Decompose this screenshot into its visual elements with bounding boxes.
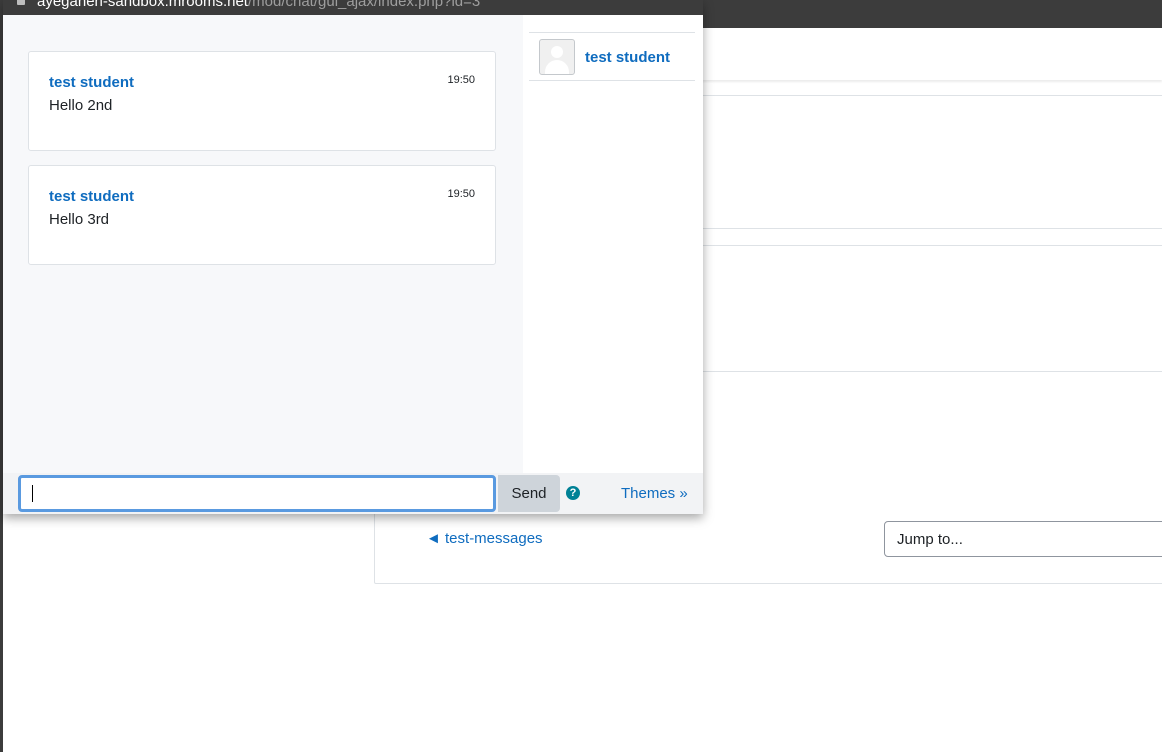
user-avatar-icon [539,39,575,75]
chat-message: test student 19:50 Hello 3rd [28,165,496,265]
previous-activity-link[interactable]: ◄ test-messages [426,530,543,547]
divider [700,371,1162,372]
messages-pane: test student 19:50 Hello 2nd test studen… [3,15,523,473]
message-input-bar: Send ? Themes » [3,473,703,514]
message-time: 19:50 [447,188,475,200]
send-button[interactable]: Send [498,475,560,512]
message-text: Hello 2nd [49,97,113,114]
url-host: ayeganeh-sandbox.mrooms.net [37,0,248,10]
help-icon[interactable]: ? [566,486,580,500]
message-time: 19:50 [447,74,475,86]
message-author-link[interactable]: test student [49,74,134,91]
chat-popup-window: ayeganeh-sandbox.mrooms.net/mod/chat/gui… [3,0,703,514]
page-icon [17,0,25,5]
popup-url-bar: ayeganeh-sandbox.mrooms.net/mod/chat/gui… [3,0,703,15]
chat-message: test student 19:50 Hello 2nd [28,51,496,151]
jump-to-select[interactable]: Jump to... [884,521,1162,557]
text-caret [32,485,33,502]
divider [700,245,1162,246]
user-list-item[interactable]: test student [529,32,695,81]
user-name-link[interactable]: test student [585,49,670,66]
page-header-area [700,28,1162,80]
themes-link[interactable]: Themes » [621,485,688,502]
message-text: Hello 3rd [49,211,110,228]
message-input[interactable] [18,475,496,512]
url-path: /mod/chat/gui_ajax/index.php?id=3 [247,0,481,10]
message-author-link[interactable]: test student [49,188,134,205]
divider [700,228,1162,229]
popup-url: ayeganeh-sandbox.mrooms.net/mod/chat/gui… [37,0,480,10]
users-pane: test student [523,15,703,473]
